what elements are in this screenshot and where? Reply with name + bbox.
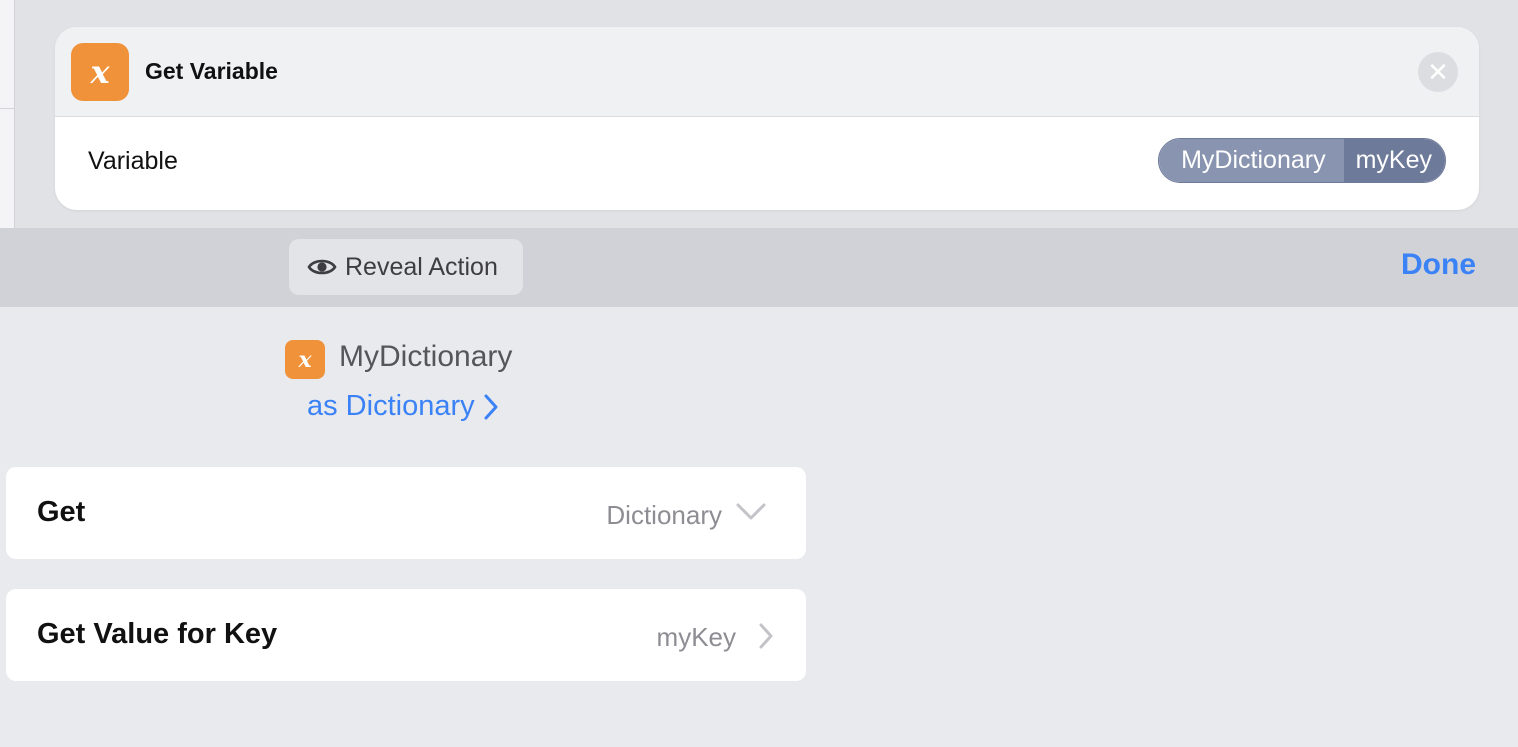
variable-x-icon: x: [71, 43, 129, 101]
eye-icon: [307, 259, 337, 275]
done-button[interactable]: Done: [1401, 248, 1476, 282]
variable-type-selector[interactable]: as Dictionary: [307, 390, 499, 423]
divider: [0, 108, 15, 109]
variable-type-label: as Dictionary: [307, 390, 475, 422]
variable-field-label: Variable: [88, 147, 178, 175]
close-button[interactable]: ✕: [1418, 52, 1458, 92]
action-card[interactable]: x Get Variable ✕ Variable MyDictionary m…: [55, 27, 1479, 210]
reveal-action-button[interactable]: Reveal Action: [289, 239, 523, 295]
editor-background: x Get Variable ✕ Variable MyDictionary m…: [0, 0, 1518, 228]
token-key: myKey: [1343, 139, 1445, 182]
get-value-for-key-row[interactable]: Get Value for Key myKey: [6, 589, 806, 681]
side-panel-edge: [0, 0, 15, 228]
action-title: Get Variable: [145, 58, 278, 84]
reveal-action-label: Reveal Action: [345, 252, 498, 281]
key-value: myKey: [656, 622, 736, 652]
close-icon: ✕: [1427, 57, 1449, 87]
variable-token[interactable]: MyDictionary myKey: [1158, 138, 1446, 183]
action-card-header: x Get Variable ✕: [55, 27, 1479, 117]
token-variable-name: MyDictionary: [1159, 139, 1344, 182]
get-value-for-key-label: Get Value for Key: [37, 618, 278, 650]
variable-name: MyDictionary: [339, 340, 513, 373]
chevron-right-icon: [484, 394, 498, 419]
get-setting-value: Dictionary: [606, 500, 722, 530]
variable-toolbar: Reveal Action Done: [0, 228, 1518, 307]
get-setting-row[interactable]: Get Dictionary: [6, 467, 806, 559]
chevron-down-icon: [736, 503, 766, 520]
get-setting-label: Get: [37, 496, 86, 528]
chevron-right-icon: [759, 623, 773, 649]
variable-x-icon: x: [285, 340, 325, 379]
